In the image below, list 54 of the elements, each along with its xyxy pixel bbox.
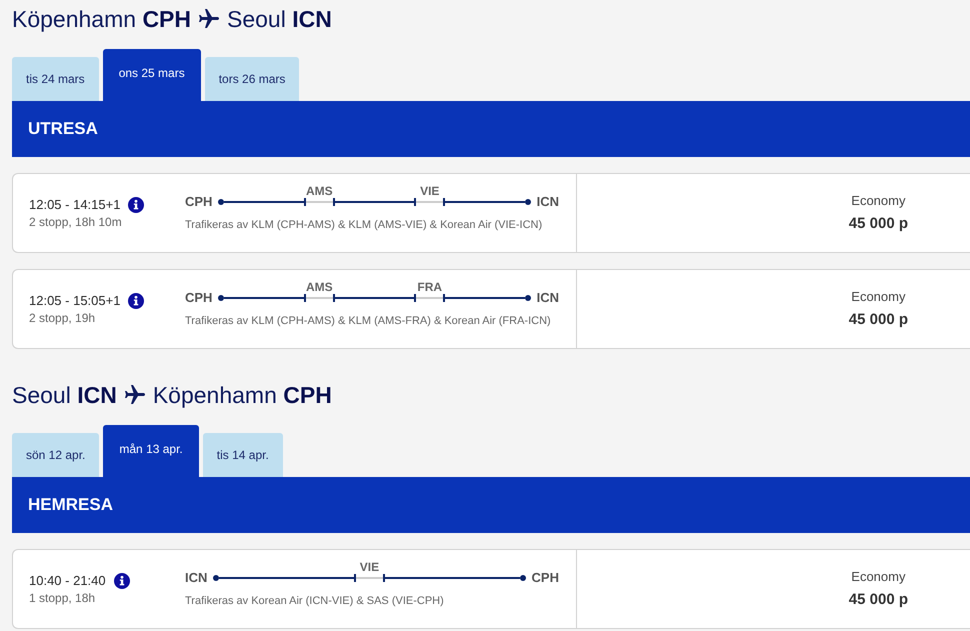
flight-summary: 1 stopp, 18h	[29, 590, 96, 606]
section-title: HEMRESA	[28, 495, 114, 515]
cabin-class: Economy	[851, 568, 906, 586]
origin-code: CPH	[185, 194, 212, 210]
stop-code: VIE	[420, 184, 440, 198]
layover-segment	[414, 294, 446, 302]
destination-label: Köpenhamn CPH	[152, 382, 332, 408]
layover-segment	[414, 198, 446, 206]
route-dot-icon	[524, 199, 531, 205]
destination-code: CPH	[532, 570, 559, 586]
stop-code: AMS	[306, 184, 333, 198]
airplane-icon	[124, 385, 145, 405]
flight-times: 10:40 - 21:40	[29, 572, 106, 590]
origin-code: ICN	[185, 570, 208, 586]
cabin-class: Economy	[851, 192, 906, 210]
origin-label: Seoul ICN	[12, 382, 117, 408]
date-tab[interactable]: sön 12 apr.	[12, 433, 100, 477]
date-tab[interactable]: tis 14 apr.	[202, 433, 283, 477]
operator-note: Trafikeras av Korean Air (ICN-VIE) & SAS (VIE-CPH)	[185, 594, 445, 609]
cabin-class: Economy	[851, 288, 906, 306]
date-tab[interactable]: mån 13 apr.	[103, 425, 199, 477]
flight-summary: 2 stopp, 19h	[29, 310, 96, 326]
route-dot-icon	[213, 575, 220, 581]
date-tab[interactable]: tis 24 mars	[12, 57, 99, 101]
route-dot-icon	[520, 575, 526, 581]
info-icon[interactable]	[128, 293, 144, 309]
route-dot-icon	[218, 199, 224, 205]
stop-code: AMS	[306, 280, 333, 294]
stop-code: FRA	[417, 280, 442, 294]
date-tab[interactable]: tors 26 mars	[204, 57, 300, 101]
stop-code: VIE	[360, 560, 380, 574]
flight-times: 12:05 - 14:15+1	[29, 196, 120, 214]
destination-code: ICN	[536, 290, 559, 306]
airplane-icon	[199, 9, 219, 29]
date-tab[interactable]: ons 25 mars	[102, 49, 201, 101]
layover-segment	[354, 574, 385, 582]
operator-note: Trafikeras av KLM (CPH-AMS) & KLM (AMS-FRA) & Korean Air (FRA-ICN)	[185, 314, 552, 329]
route-dot-icon	[218, 295, 224, 301]
info-icon[interactable]	[114, 573, 130, 589]
destination-label: Seoul ICN	[227, 6, 332, 32]
price: 45 000 p	[848, 310, 908, 330]
origin-code: CPH	[185, 290, 212, 306]
flight-summary: 2 stopp, 18h 10m	[29, 214, 123, 230]
price: 45 000 p	[848, 590, 908, 610]
route-dot-icon	[524, 295, 531, 301]
operator-note: Trafikeras av KLM (CPH-AMS) & KLM (AMS-VIE) & Korean Air (VIE-ICN)	[185, 218, 544, 233]
section-title: UTRESA	[28, 119, 98, 139]
price: 45 000 p	[848, 214, 908, 234]
info-icon[interactable]	[128, 197, 144, 213]
origin-label: Köpenhamn CPH	[12, 6, 191, 32]
destination-code: ICN	[536, 194, 559, 210]
layover-segment	[304, 198, 335, 206]
flight-times: 12:05 - 15:05+1	[29, 292, 120, 310]
layover-segment	[304, 294, 335, 302]
